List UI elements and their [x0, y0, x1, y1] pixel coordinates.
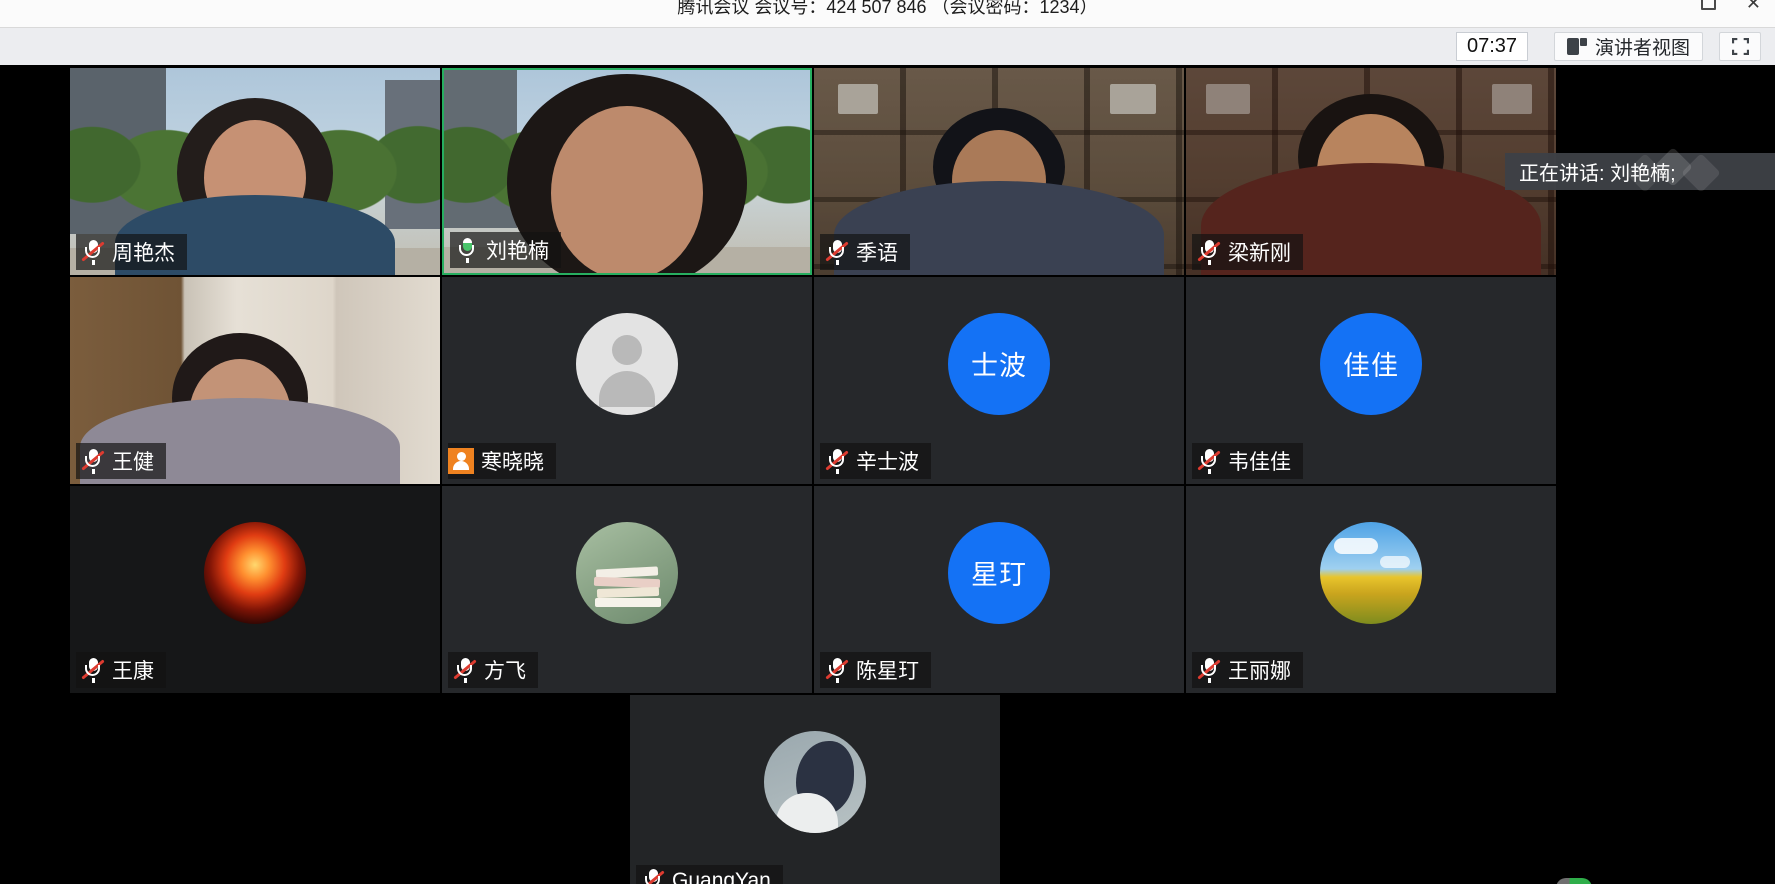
no-audio-icon: [448, 448, 474, 474]
participant-name: 寒晓晓: [481, 446, 544, 476]
mic-active-icon: [455, 237, 479, 263]
layout-view-icon: [1567, 38, 1587, 55]
participant-tile[interactable]: 星玎 陈星玎: [814, 486, 1184, 693]
mic-muted-icon: [81, 448, 105, 474]
sunflower-avatar: [1320, 522, 1422, 624]
participant-name: 韦佳佳: [1228, 446, 1291, 476]
mic-muted-icon: [453, 657, 477, 683]
participant-name-tag: GuangYan: [636, 865, 783, 884]
meeting-toolbar: 07:37 演讲者视图: [0, 27, 1775, 65]
participant-tile[interactable]: 季语: [814, 68, 1184, 275]
participant-tile[interactable]: 寒晓晓: [442, 277, 812, 484]
participant-tile[interactable]: 刘艳楠: [442, 68, 812, 275]
meeting-timer: 07:37: [1456, 32, 1528, 61]
participant-name: 辛士波: [856, 446, 919, 476]
close-icon[interactable]: ✕: [1746, 0, 1761, 18]
video-grid: 周艳杰 刘艳楠 季语: [0, 65, 1775, 884]
participant-name-tag: 王康: [76, 652, 166, 688]
participant-name: 王丽娜: [1228, 655, 1291, 685]
participant-name-tag: 辛士波: [820, 443, 931, 479]
speaker-view-button[interactable]: 演讲者视图: [1554, 32, 1703, 61]
participant-tile[interactable]: 王康: [70, 486, 440, 693]
mic-muted-icon: [1197, 239, 1221, 265]
window-controls: ✕: [1701, 0, 1761, 18]
participant-name: GuangYan: [672, 869, 771, 884]
participant-name-tag: 韦佳佳: [1192, 443, 1303, 479]
participant-tile[interactable]: 佳佳 韦佳佳: [1186, 277, 1556, 484]
mic-muted-icon: [825, 239, 849, 265]
mic-muted-icon: [1197, 657, 1221, 683]
participant-name-tag: 王健: [76, 443, 166, 479]
participant-name-tag: 方飞: [448, 652, 538, 688]
speaking-now-banner: 正在讲话: 刘艳楠;: [1505, 153, 1775, 190]
initials-avatar: 星玎: [948, 522, 1050, 624]
participant-name: 周艳杰: [112, 237, 175, 267]
participant-name-tag: 季语: [820, 234, 910, 270]
participant-name-tag: 王丽娜: [1192, 652, 1303, 688]
participant-tile[interactable]: 方飞: [442, 486, 812, 693]
book-spine: [597, 587, 659, 598]
mic-muted-icon: [825, 448, 849, 474]
participant-tile[interactable]: 王丽娜: [1186, 486, 1556, 693]
audio-level-popup: [1556, 878, 1592, 884]
participant-name: 王康: [112, 655, 154, 685]
participant-tile[interactable]: GuangYan: [630, 695, 1000, 884]
window-title-bar: 腾讯会议 会议号：424 507 846 （会议密码：1234） ✕: [0, 0, 1775, 27]
mic-muted-icon: [81, 657, 105, 683]
meeting-logo-watermark: [1621, 155, 1741, 189]
participant-tile[interactable]: 梁新刚: [1186, 68, 1556, 275]
participant-name-tag: 刘艳楠: [450, 232, 561, 268]
fullscreen-button[interactable]: [1719, 32, 1761, 61]
mic-muted-icon: [1197, 448, 1221, 474]
participant-name-tag: 陈星玎: [820, 652, 931, 688]
window-title: 腾讯会议 会议号：424 507 846 （会议密码：1234）: [677, 0, 1097, 19]
default-avatar: [576, 313, 678, 415]
books-avatar: [576, 522, 678, 624]
fullscreen-icon: [1732, 38, 1749, 55]
participant-name: 王健: [112, 446, 154, 476]
maximize-icon[interactable]: [1701, 0, 1716, 10]
participant-tile[interactable]: 周艳杰: [70, 68, 440, 275]
speaker-view-label: 演讲者视图: [1595, 33, 1690, 60]
person-silhouette: [551, 106, 703, 273]
participant-name-tag: 梁新刚: [1192, 234, 1303, 270]
book-spine: [595, 598, 661, 607]
mic-muted-icon: [81, 239, 105, 265]
participant-tile[interactable]: 王健: [70, 277, 440, 484]
explosion-avatar: [204, 522, 306, 624]
participant-name: 季语: [856, 237, 898, 267]
participant-name: 梁新刚: [1228, 237, 1291, 267]
mic-muted-icon: [825, 657, 849, 683]
participant-name: 陈星玎: [856, 655, 919, 685]
participant-name: 刘艳楠: [486, 235, 549, 265]
initials-avatar: 士波: [948, 313, 1050, 415]
mic-muted-icon: [641, 868, 665, 884]
participant-name-tag: 周艳杰: [76, 234, 187, 270]
participant-tile[interactable]: 士波 辛士波: [814, 277, 1184, 484]
participant-name-tag: 寒晓晓: [448, 443, 556, 479]
participant-name: 方飞: [484, 655, 526, 685]
initials-avatar: 佳佳: [1320, 313, 1422, 415]
anime-avatar: [764, 731, 866, 833]
